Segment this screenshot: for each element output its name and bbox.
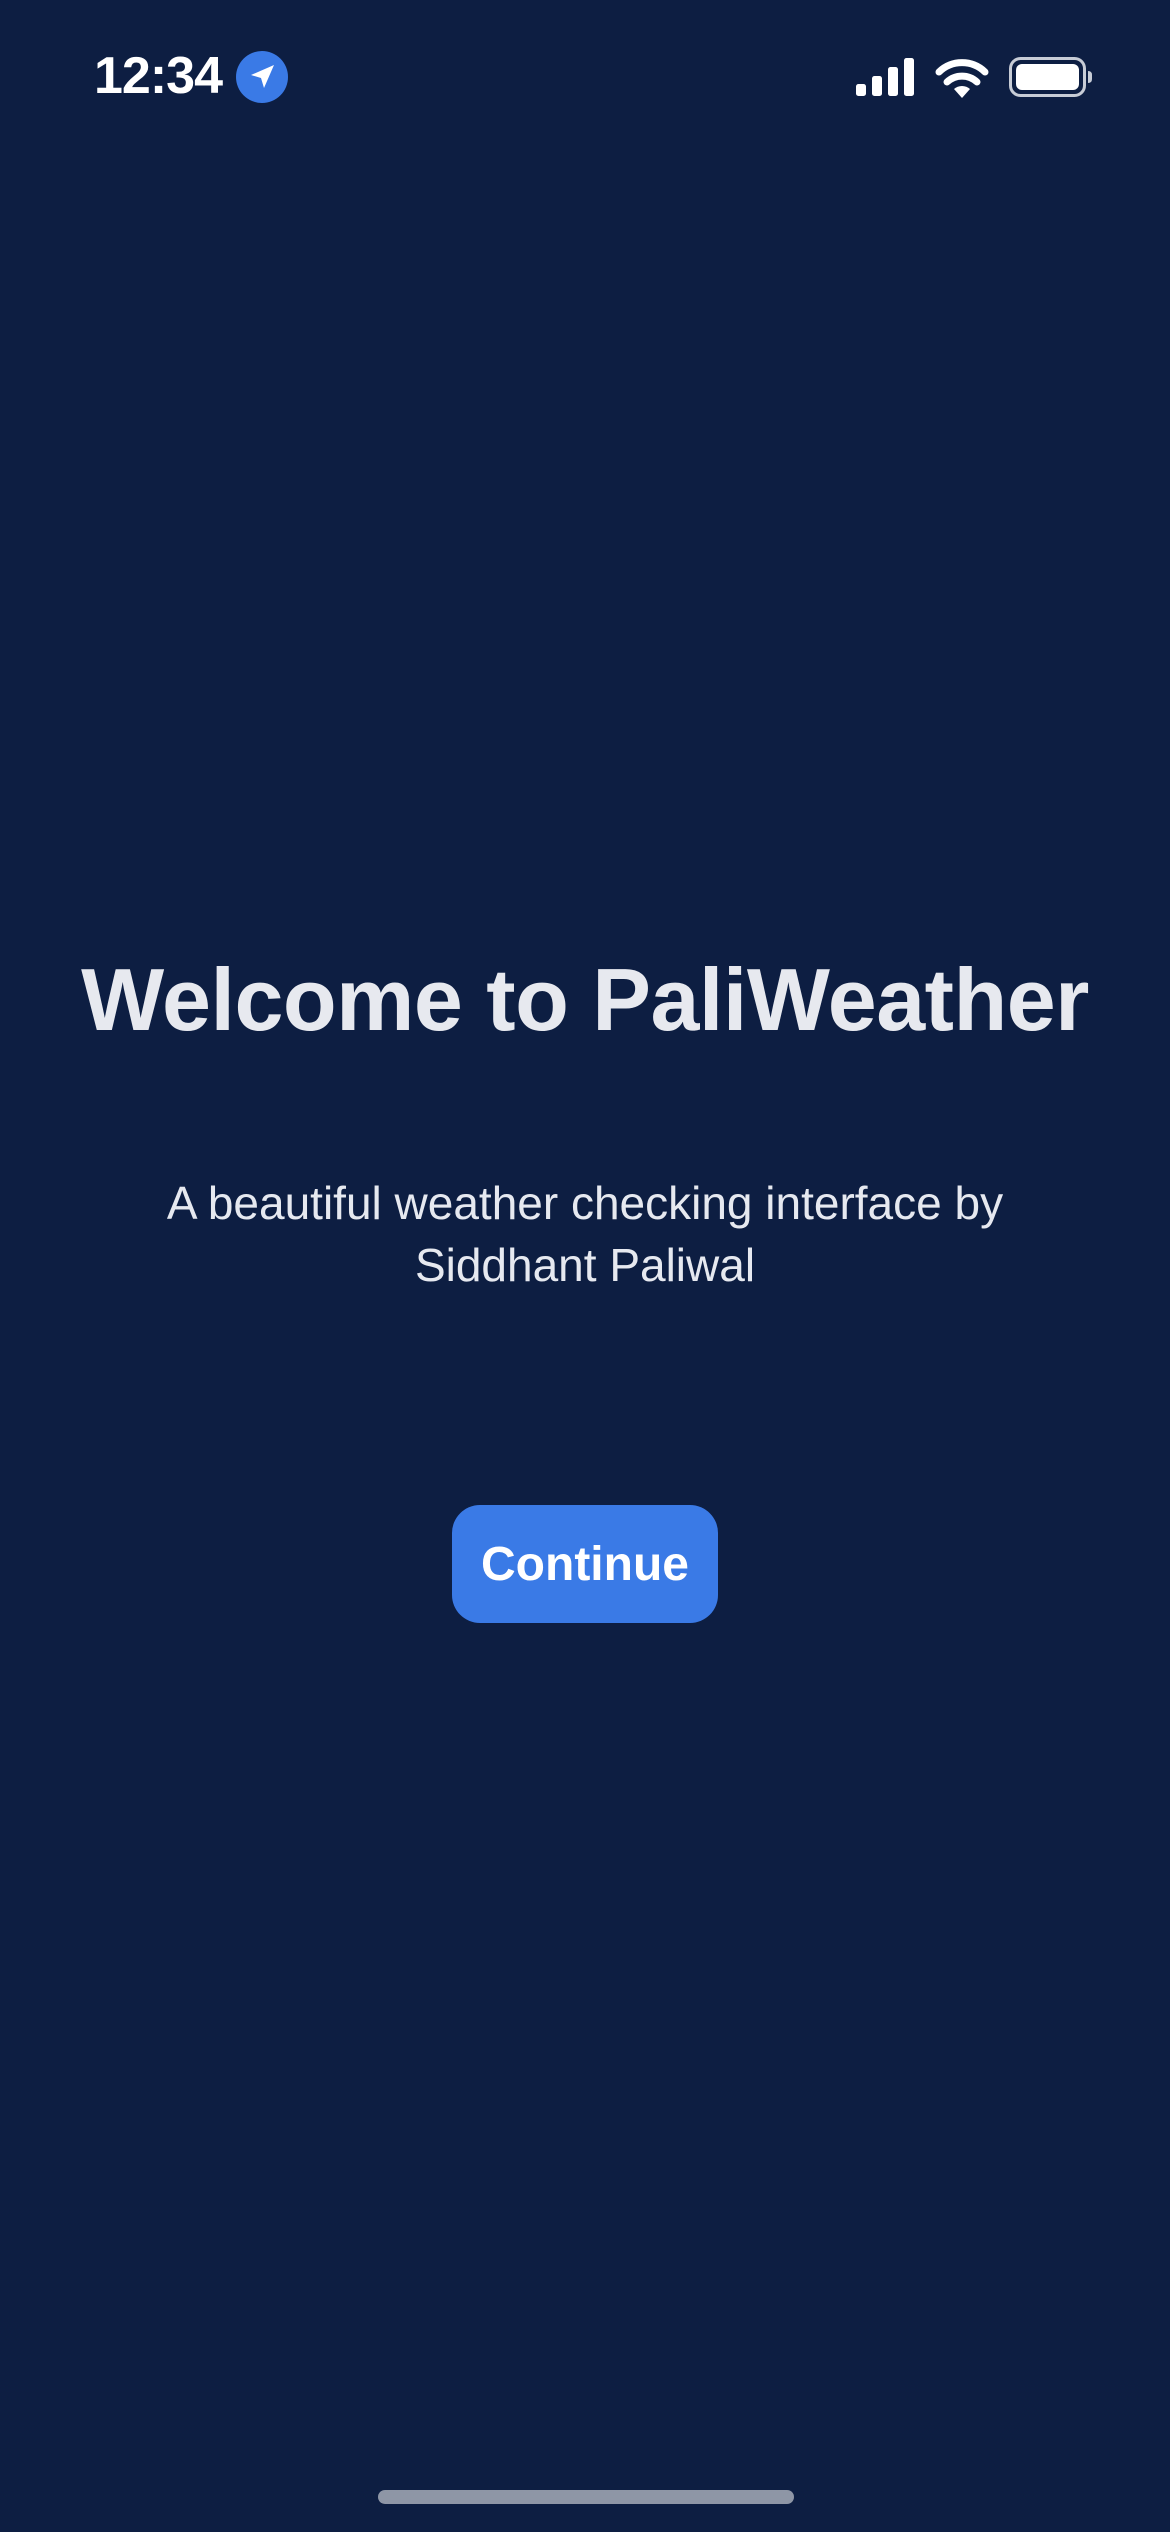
welcome-title: Welcome to PaliWeather bbox=[81, 950, 1089, 1049]
continue-button[interactable]: Continue bbox=[452, 1505, 718, 1623]
location-arrow-icon bbox=[236, 51, 288, 103]
home-indicator[interactable] bbox=[378, 2490, 794, 2504]
status-time: 12:34 bbox=[94, 47, 223, 105]
wifi-icon bbox=[935, 59, 989, 98]
status-bar: 12:34 bbox=[0, 0, 1170, 160]
welcome-subtitle: A beautiful weather checking interface b… bbox=[166, 1177, 1004, 1291]
cellular-signal-icon bbox=[856, 58, 914, 96]
battery-icon bbox=[1009, 57, 1092, 97]
